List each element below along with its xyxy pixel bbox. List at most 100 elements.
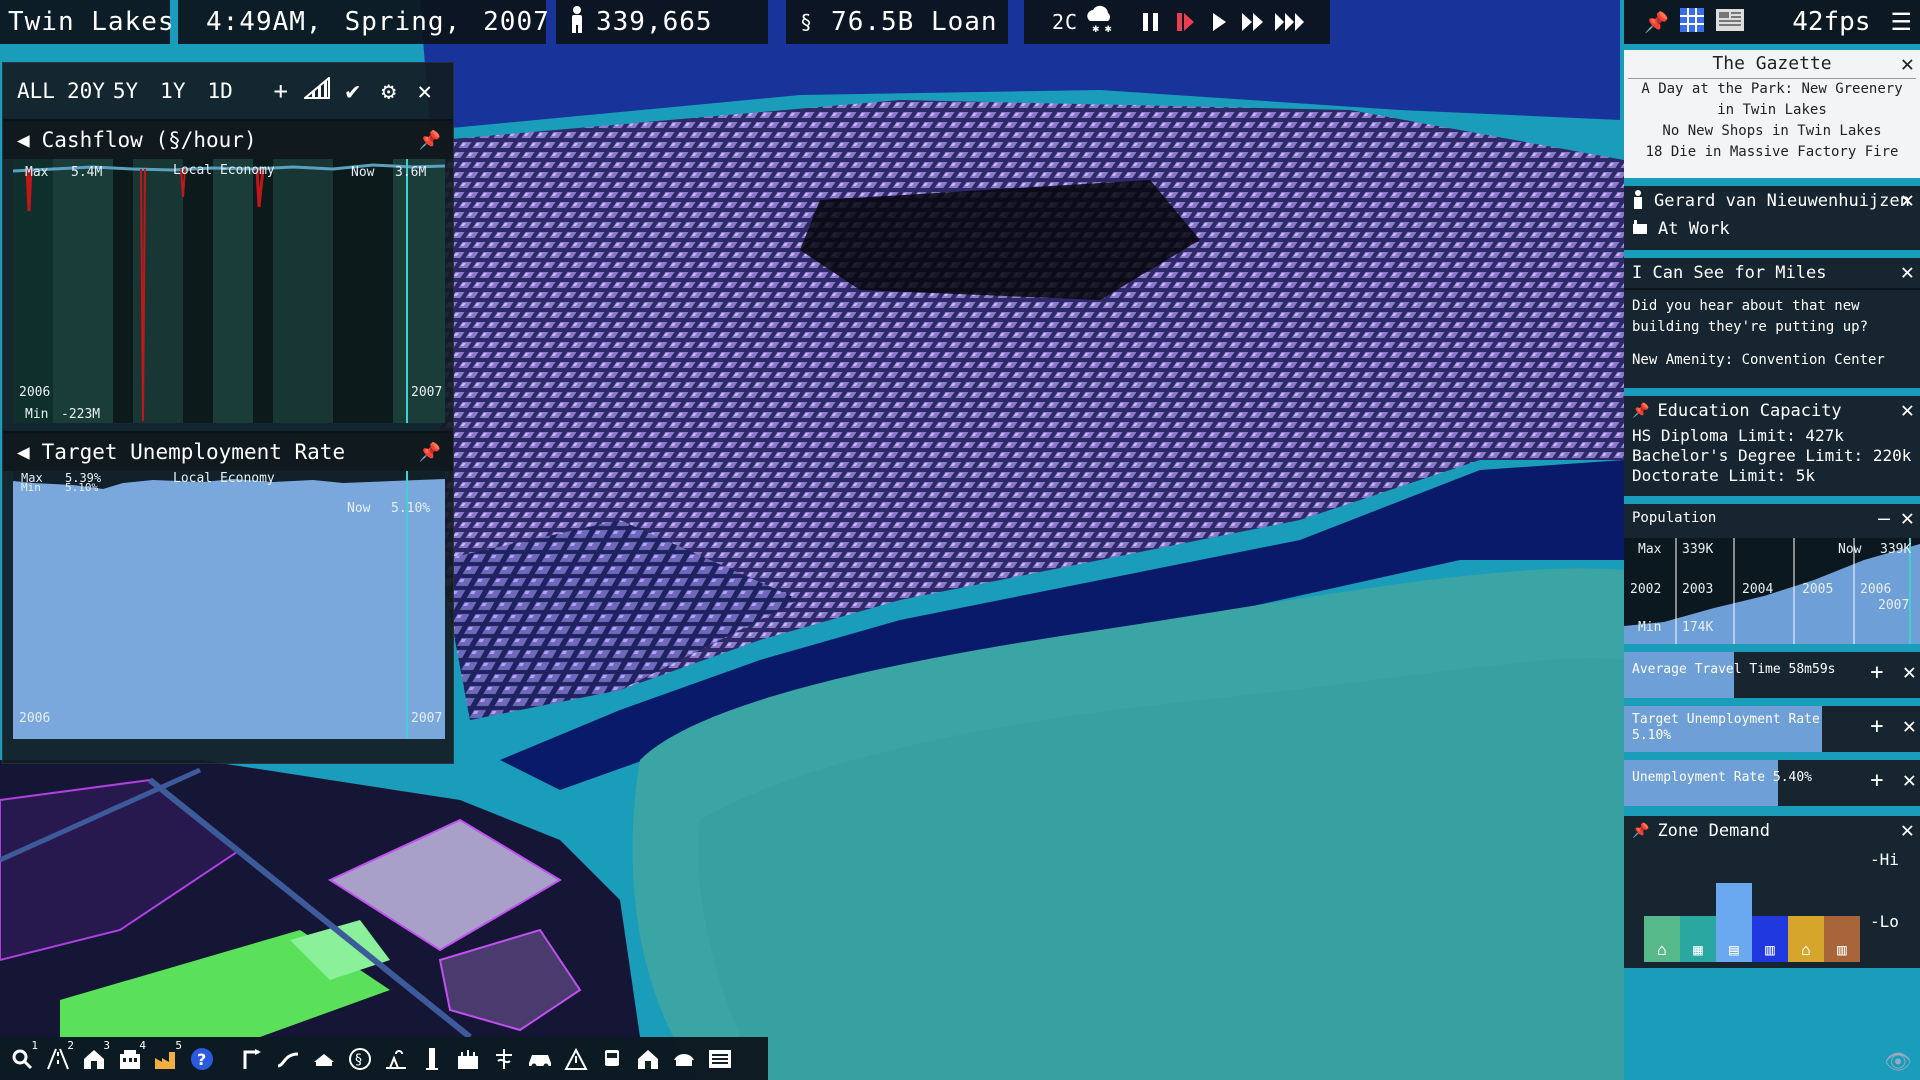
check-icon[interactable]: ✔ <box>335 77 371 105</box>
news-icon[interactable] <box>702 1041 738 1077</box>
close-icon[interactable]: ✕ <box>1901 52 1914 77</box>
gazette-headline[interactable]: No New Shops in Twin Lakes <box>1624 121 1920 142</box>
landmark-icon[interactable] <box>666 1041 702 1077</box>
zone-hi-label: -Hi <box>1870 850 1899 869</box>
park-icon[interactable] <box>378 1041 414 1077</box>
zone-icon-commercial-low[interactable]: ▤ <box>1724 940 1744 959</box>
zone-icon-commercial-high[interactable]: ▥ <box>1760 940 1780 959</box>
eye-icon[interactable]: 👁 <box>1884 1050 1912 1075</box>
cashflow-chart-header[interactable]: ◀ Cashflow (§/hour) 📌 <box>3 119 453 159</box>
population-card[interactable]: Population — ✕ Max 339K Now 339K 2002 20… <box>1624 504 1920 644</box>
zone-demand-card[interactable]: 📌 Zone Demand ✕ -Hi -Lo ⌂ ▦ ▤ ▥ ⌂ ▥ <box>1624 816 1920 968</box>
close-icon[interactable]: ✕ <box>1901 260 1914 285</box>
range-tab-20y[interactable]: 20Y <box>67 79 105 103</box>
time-label: 4:49AM, <box>206 7 323 37</box>
education-icon[interactable] <box>450 1041 486 1077</box>
budget-icon[interactable]: § <box>342 1041 378 1077</box>
zone-commercial-icon[interactable]: 4 <box>112 1039 148 1077</box>
close-icon[interactable]: ✕ <box>1901 818 1914 843</box>
unemployment-card[interactable]: Unemployment Rate 5.40% + ✕ <box>1624 760 1920 806</box>
fast-forward-button[interactable] <box>1236 0 1270 44</box>
add-chart-icon[interactable]: + <box>263 77 299 105</box>
zone-industrial-icon[interactable]: 5 <box>148 1039 184 1077</box>
education-line: Doctorate Limit: 5k <box>1632 466 1816 485</box>
unemployment-chart[interactable]: Max 5.39% Min 5.10% Local Economy Now 5.… <box>13 471 445 739</box>
hazard-icon[interactable] <box>558 1041 594 1077</box>
bus-icon[interactable] <box>594 1041 630 1077</box>
zone-demand-title: Zone Demand <box>1657 821 1771 841</box>
target-unemployment-card[interactable]: Target Unemployment Rate 5.10% + ✕ <box>1624 706 1920 752</box>
population-panel[interactable]: 339,665 <box>556 0 768 44</box>
fastest-button[interactable] <box>1270 0 1310 44</box>
add-icon[interactable]: + <box>1870 714 1883 739</box>
citizen-card[interactable]: Gerard van Nieuwenhuijzen At Work ✕ <box>1624 186 1920 250</box>
weather-speed-panel: 2C ✱ ✱ <box>1024 0 1330 44</box>
minimize-icon[interactable]: — <box>1878 506 1890 530</box>
unemployment-chart-header[interactable]: ◀ Target Unemployment Rate 📌 <box>3 431 453 471</box>
range-tab-1y[interactable]: 1Y <box>160 79 185 103</box>
season-label: Spring, <box>344 7 462 37</box>
pause-button[interactable] <box>1134 0 1168 44</box>
pin-icon[interactable]: 📌 <box>1632 403 1649 419</box>
close-icon[interactable]: ✕ <box>1903 768 1916 793</box>
range-tab-1d[interactable]: 1D <box>207 79 232 103</box>
zone-icon-residential-low[interactable]: ⌂ <box>1652 940 1672 959</box>
right-sidebar: 📌 42fps ☰ The Gazette ✕ A Day at the Par… <box>1624 0 1920 1080</box>
close-icon[interactable]: ✕ <box>1901 506 1914 531</box>
car-icon[interactable] <box>522 1041 558 1077</box>
snow-cloud-icon: ✱ ✱ <box>1084 5 1114 40</box>
pin-icon[interactable]: 📌 <box>1632 823 1649 839</box>
tower-icon[interactable] <box>414 1041 450 1077</box>
education-card[interactable]: 📌 Education Capacity ✕ HS Diploma Limit:… <box>1624 396 1920 496</box>
stop-button[interactable] <box>1168 0 1202 44</box>
menu-icon[interactable]: ☰ <box>1890 8 1912 36</box>
close-icon[interactable]: ✕ <box>1903 660 1916 685</box>
help-icon[interactable]: ? <box>184 1041 220 1077</box>
add-icon[interactable]: + <box>1870 660 1883 685</box>
target-unemployment-name: Target Unemployment Rate <box>1632 712 1820 727</box>
bottom-toolbar: 1 2 3 4 5 ? § <box>0 1037 768 1080</box>
close-icon[interactable]: ✕ <box>1903 714 1916 739</box>
range-tab-all[interactable]: ALL <box>17 79 55 103</box>
cashflow-chart[interactable]: Max 5.4M Local Economy Now 3.6M 2006 200… <box>13 159 445 423</box>
collapse-arrow-icon[interactable]: ◀ <box>17 128 30 152</box>
chart-panel: ALL 20Y 5Y 1Y 1D + ✔ ⚙ ✕ ◀ Cashflow (§/h… <box>2 62 454 764</box>
pin-icon[interactable]: 📌 <box>419 130 441 151</box>
zone-residential-icon[interactable]: 3 <box>76 1039 112 1077</box>
unemployment-buttons: + ✕ <box>1870 768 1916 793</box>
cashflow-end-year: 2007 <box>411 385 443 400</box>
collapse-arrow-icon[interactable]: ◀ <box>17 440 30 464</box>
close-icon[interactable]: ✕ <box>407 77 443 105</box>
query-icon[interactable]: 1 <box>4 1039 40 1077</box>
gazette-headline[interactable]: 18 Die in Massive Factory Fire <box>1624 142 1920 163</box>
close-icon[interactable]: ✕ <box>1901 188 1914 213</box>
pin-icon[interactable]: 📌 <box>419 442 441 463</box>
grid-overlay-icon[interactable] <box>1679 7 1705 37</box>
add-icon[interactable]: + <box>1870 768 1883 793</box>
bars-icon[interactable] <box>299 75 335 105</box>
gazette-headline[interactable]: in Twin Lakes <box>1624 100 1920 121</box>
sidebar-top-bar: 📌 42fps ☰ <box>1624 0 1920 44</box>
budget-panel[interactable]: § 76.5B Loan <box>786 0 1008 44</box>
city-name-panel[interactable]: Twin Lakes <box>0 0 174 44</box>
house-icon[interactable] <box>630 1041 666 1077</box>
government-icon[interactable] <box>306 1041 342 1077</box>
close-icon[interactable]: ✕ <box>1901 398 1914 423</box>
health-icon[interactable] <box>486 1041 522 1077</box>
zone-icon-residential-high[interactable]: ▦ <box>1688 940 1708 959</box>
chat-card[interactable]: I Can See for Miles ✕ Did you hear about… <box>1624 258 1920 388</box>
play-button[interactable] <box>1202 0 1236 44</box>
gazette-card[interactable]: The Gazette ✕ A Day at the Park: New Gre… <box>1624 50 1920 178</box>
pin-icon[interactable]: 📌 <box>1644 10 1669 34</box>
settings-icon[interactable]: ⚙ <box>371 77 407 105</box>
money-icon: § <box>800 10 814 34</box>
newspaper-icon[interactable] <box>1715 7 1745 37</box>
travel-time-card[interactable]: Average Travel Time 58m59s + ✕ <box>1624 652 1920 698</box>
zone-icon-industrial-low[interactable]: ⌂ <box>1796 940 1816 959</box>
transit-icon[interactable] <box>234 1041 270 1077</box>
pipe-icon[interactable] <box>270 1041 306 1077</box>
zone-icon-industrial-high[interactable]: ▥ <box>1832 940 1852 959</box>
roads-icon[interactable]: 2 <box>40 1039 76 1077</box>
range-tab-5y[interactable]: 5Y <box>113 79 138 103</box>
gazette-headline[interactable]: A Day at the Park: New Greenery <box>1624 79 1920 100</box>
